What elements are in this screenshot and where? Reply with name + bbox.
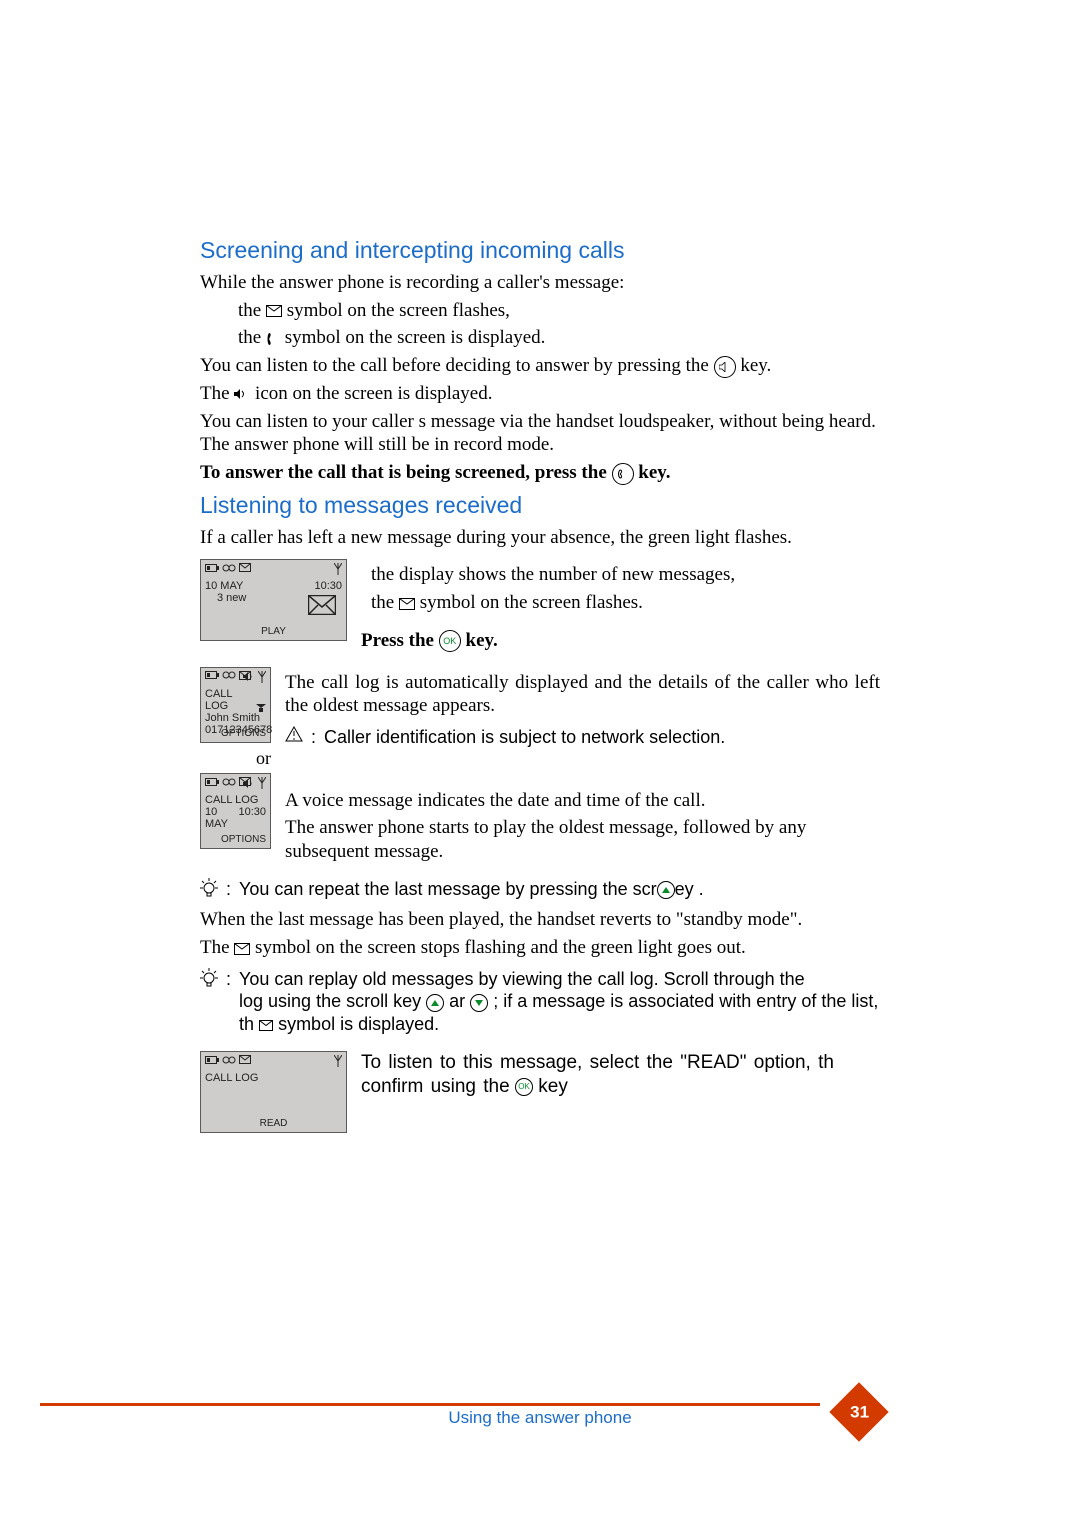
s2-title: CALL LOG (205, 688, 256, 712)
tip2c: ar (449, 991, 465, 1011)
speaker-icon (234, 388, 250, 400)
line3a: You can listen to the call before decidi… (200, 355, 714, 376)
heading-listening: Listening to messages received (200, 491, 880, 520)
tape-icon (222, 1056, 236, 1064)
envelope-icon (234, 943, 250, 955)
bullet1-pre: the (238, 300, 266, 321)
after2-post: symbol on the screen stops flashing and … (255, 937, 746, 958)
scroll-up-key-icon (426, 994, 444, 1012)
loudspeaker-key-icon (714, 356, 736, 378)
r3b: The answer phone starts to play the olde… (285, 816, 880, 864)
s1-date: 10 MAY (205, 580, 243, 592)
s3-br: OPTIONS (221, 834, 266, 845)
envelope-icon (239, 563, 251, 572)
footer-text: Using the answer phone (0, 1407, 1080, 1428)
r1b-post: symbol on the screen flashes. (420, 592, 643, 613)
r4b: key (538, 1076, 568, 1097)
tip2a: You can replay old messages by viewing t… (239, 969, 805, 989)
envelope-icon (399, 598, 415, 610)
antenna-icon (334, 563, 342, 575)
s4-title: CALL LOG (205, 1072, 342, 1084)
handset-icon (266, 332, 280, 346)
s3-time: 10:30 (238, 806, 266, 830)
scroll-down-icon (256, 704, 266, 712)
phone-screen-1: 10 MAY10:30 3 new PLAY (200, 559, 347, 641)
speaker-icon (243, 779, 255, 788)
listening-intro: If a caller has left a new message durin… (200, 526, 880, 550)
heading-screening: Screening and intercepting incoming call… (200, 236, 880, 265)
antenna-icon (258, 671, 266, 683)
envelope-icon (239, 1055, 251, 1064)
line6a: To answer the call that is being screene… (200, 462, 612, 483)
screening-intro: While the answer phone is recording a ca… (200, 271, 880, 295)
tip1a: You can repeat the last message by press… (239, 879, 657, 899)
battery-icon (205, 564, 219, 572)
warning-icon (285, 726, 303, 742)
page-number: 31 (850, 1402, 869, 1423)
or-label: or (256, 747, 271, 770)
r3a: A voice message indicates the date and t… (285, 789, 880, 813)
line3b: key. (740, 355, 771, 376)
s1-bottom: PLAY (201, 626, 346, 637)
tape-icon (222, 671, 236, 679)
tape-icon (222, 564, 236, 572)
bullet2-post: symbol on the screen is displayed. (285, 327, 546, 348)
line4b: icon on the screen is displayed. (255, 383, 492, 404)
scroll-down-key-icon (470, 994, 488, 1012)
s3-title: CALL LOG (205, 794, 266, 806)
lightbulb-icon (200, 878, 218, 898)
bullet2-pre: the (238, 327, 266, 348)
line5: You can listen to your caller s message … (200, 410, 880, 458)
ok-key-icon: OK (439, 630, 461, 652)
call-key-icon (612, 463, 634, 485)
tip1b: ey . (675, 879, 704, 899)
lightbulb-icon (200, 968, 218, 988)
s4-bottom: READ (201, 1118, 346, 1129)
footer-bar (40, 1403, 820, 1406)
battery-icon (205, 671, 219, 679)
s1-time: 10:30 (314, 580, 342, 592)
ok-key-icon: OK (515, 1078, 533, 1096)
line6b: key. (638, 462, 670, 483)
page-number-diamond: 31 (829, 1383, 888, 1442)
phone-screen-4: CALL LOG READ (200, 1051, 347, 1133)
r1b-pre: the (371, 592, 399, 613)
s3-date: 10 MAY (205, 806, 238, 830)
battery-icon (205, 778, 219, 786)
s2-br: OPTIONS (221, 728, 266, 739)
s2-name: John Smith (205, 712, 266, 724)
after1: When the last message has been played, t… (200, 908, 880, 932)
tape-icon (222, 778, 236, 786)
after2-pre: The (200, 937, 234, 958)
warn-text: Caller identification is subject to netw… (324, 726, 725, 749)
large-envelope-icon (308, 595, 336, 618)
colon1: : (311, 726, 316, 749)
r1a: the display shows the number of new mess… (371, 563, 880, 587)
scroll-up-key-icon (657, 881, 675, 899)
speaker-icon (243, 672, 255, 681)
phone-screen-2: CALL LOG John Smith 01712345678 OPTIONS (200, 667, 271, 743)
page-footer: Using the answer phone 31 (0, 1393, 1080, 1433)
r4a: To listen to this message, select the "R… (361, 1052, 834, 1097)
r2a: The call log is automatically displayed … (285, 671, 880, 719)
tip2b: log using the scroll key (239, 991, 421, 1011)
line4a: The (200, 383, 234, 404)
envelope-icon (259, 1020, 273, 1031)
press-ok-b: key. (466, 630, 498, 651)
antenna-icon (334, 1055, 342, 1067)
press-ok-a: Press the (361, 630, 439, 651)
bullet1-post: symbol on the screen flashes, (287, 300, 510, 321)
phone-screen-3: CALL LOG 10 MAY10:30 OPTIONS (200, 773, 271, 849)
colon2: : (226, 878, 231, 901)
envelope-icon (266, 305, 282, 317)
tip2e: symbol is displayed. (278, 1014, 439, 1034)
antenna-icon (258, 777, 266, 789)
battery-icon (205, 1056, 219, 1064)
colon3: : (226, 968, 231, 991)
